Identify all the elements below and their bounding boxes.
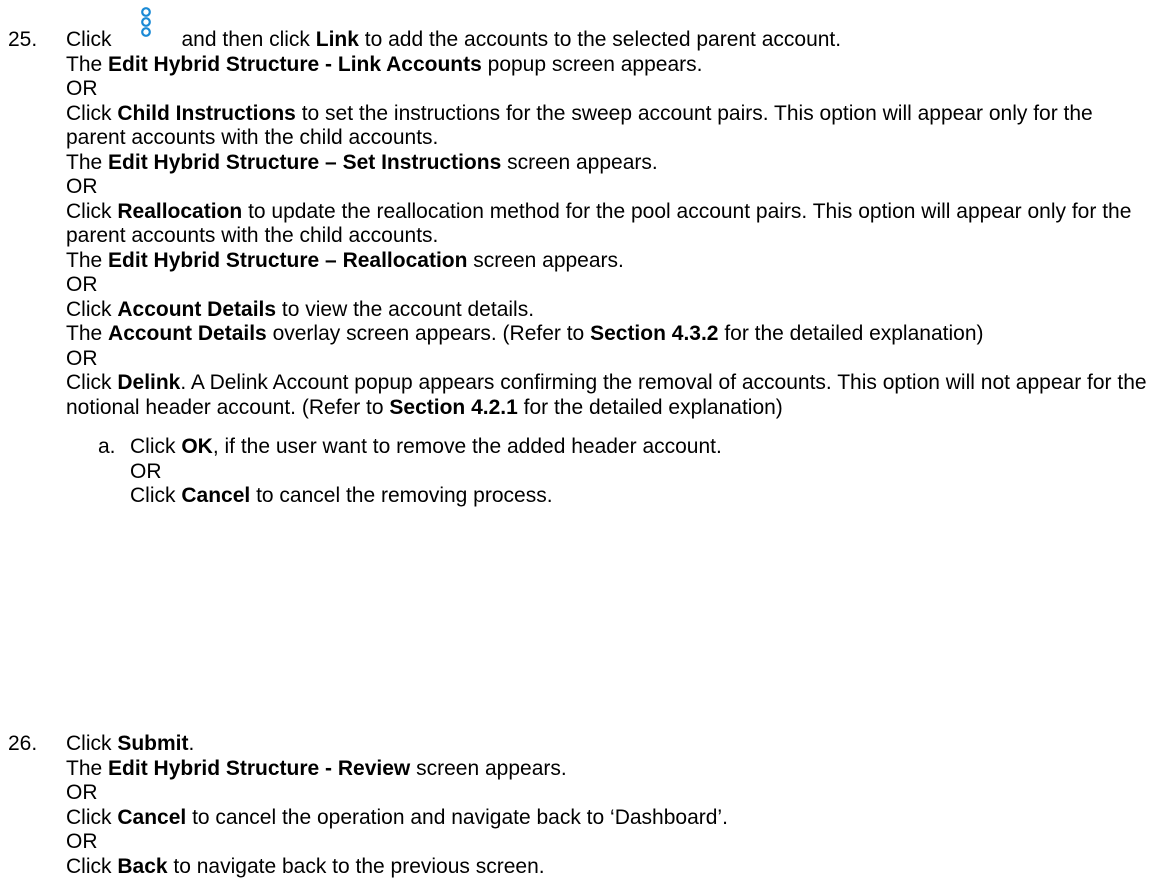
ui-term: Delink: [117, 371, 181, 394]
step-text-line: Click Back to navigate back to the previ…: [66, 855, 1158, 880]
text-fragment: The: [66, 756, 103, 780]
text-fragment: The: [66, 52, 103, 76]
or-separator: OR: [66, 77, 98, 100]
text-fragment: Click: [130, 484, 176, 507]
step-text-line: The Edit Hybrid Structure – Reallocation…: [66, 249, 1158, 274]
document-page: 25. Click and then click Link to add the …: [0, 0, 1168, 892]
step-text-line: Click and then click Link to add the acco…: [66, 7, 1158, 53]
step-text-line: Click Reallocation to update the realloc…: [66, 200, 1158, 249]
ui-term: Account Details: [117, 297, 277, 321]
ui-term: Back: [117, 854, 168, 878]
ui-term: Reallocation: [117, 199, 243, 223]
text-fragment: Click: [66, 805, 112, 829]
or-separator: OR: [66, 781, 98, 804]
text-fragment: to cancel the operation and navigate bac…: [192, 805, 728, 829]
section-reference: Section 4.2.1: [389, 395, 518, 419]
ui-term: Child Instructions: [117, 101, 296, 125]
text-fragment: Click: [66, 297, 112, 321]
text-fragment: to navigate back to the previous screen.: [173, 854, 545, 878]
or-separator: OR: [66, 830, 98, 853]
text-fragment: to cancel the removing process.: [256, 484, 553, 507]
or-separator: OR: [66, 346, 98, 370]
text-fragment: The: [66, 248, 103, 272]
text-fragment: screen appears.: [416, 756, 567, 780]
ui-term: Cancel: [181, 484, 251, 507]
ui-term: Edit Hybrid Structure – Set Instructions: [108, 150, 502, 174]
step-text-line: The Edit Hybrid Structure – Set Instruct…: [66, 151, 1158, 176]
sub-step-text-line: Click Cancel to cancel the removing proc…: [130, 484, 1158, 509]
step-text-line: The Account Details overlay screen appea…: [66, 322, 1066, 347]
text-fragment: Click: [130, 435, 176, 458]
ui-term: Link: [315, 28, 359, 51]
text-fragment: popup screen appears.: [487, 52, 703, 76]
text-fragment: Click: [66, 371, 112, 394]
or-separator: OR: [66, 273, 98, 296]
text-fragment: , if the user want to remove the added h…: [212, 435, 722, 458]
section-reference: Section 4.3.2: [590, 322, 719, 345]
text-fragment: Click: [66, 732, 112, 755]
step-25: 25. Click and then click Link to add the …: [8, 7, 1158, 509]
ui-term: OK: [181, 435, 213, 458]
step-number: 25.: [8, 28, 38, 51]
text-fragment: and then click: [181, 28, 310, 51]
step-text-line: The Edit Hybrid Structure - Link Account…: [66, 53, 1158, 78]
step-text-line: Click Delink. A Delink Account popup app…: [66, 371, 1158, 420]
text-fragment: .: [188, 732, 195, 755]
step-text-line: The Edit Hybrid Structure - Review scree…: [66, 757, 1158, 782]
text-fragment: to view the account details.: [281, 297, 535, 321]
sub-step-letter: a.: [98, 435, 116, 458]
or-separator: OR: [66, 175, 98, 198]
step-text-line: Click Cancel to cancel the operation and…: [66, 806, 1158, 831]
text-fragment: The: [66, 322, 103, 345]
text-fragment: to add the accounts to the selected pare…: [364, 28, 842, 51]
step-26: 26. Click Submit. The Edit Hybrid Struct…: [8, 732, 1158, 879]
text-fragment: Click: [66, 101, 112, 125]
or-separator: OR: [130, 459, 162, 483]
text-fragment: overlay screen appears. (Refer to: [272, 322, 585, 345]
step-body: Click and then click Link to add the acco…: [66, 7, 1158, 509]
ui-term: Edit Hybrid Structure - Review: [108, 756, 411, 780]
sub-step-text-line: Click OK, if the user want to remove the…: [130, 435, 1158, 460]
step-text-line: Click Account Details to view the accoun…: [66, 298, 1158, 323]
text-fragment: for the detailed explanation): [523, 395, 783, 419]
text-fragment: The: [66, 150, 103, 174]
text-fragment: for the detailed explanation): [724, 322, 984, 345]
sub-step-body: Click OK, if the user want to remove the…: [130, 435, 1158, 509]
step-text-line: Click Submit.: [66, 732, 1158, 757]
ui-term: Cancel: [117, 805, 187, 829]
kebab-menu-icon: [136, 7, 158, 52]
text-fragment: Click: [66, 28, 112, 51]
step-body: Click Submit. The Edit Hybrid Structure …: [66, 732, 1158, 879]
ui-term: Edit Hybrid Structure - Link Accounts: [108, 52, 482, 76]
step-text-line: Click Child Instructions to set the inst…: [66, 102, 1158, 151]
sub-step-a: a. Click OK, if the user want to remove …: [98, 435, 1158, 509]
text-fragment: Click: [66, 199, 112, 223]
text-fragment: screen appears.: [507, 150, 658, 174]
ui-term: Edit Hybrid Structure – Reallocation: [108, 248, 468, 272]
text-fragment: screen appears.: [473, 248, 624, 272]
ui-term: Account Details: [108, 322, 267, 345]
step-number: 26.: [8, 732, 38, 755]
ui-term: Submit: [117, 732, 189, 755]
text-fragment: Click: [66, 854, 112, 878]
